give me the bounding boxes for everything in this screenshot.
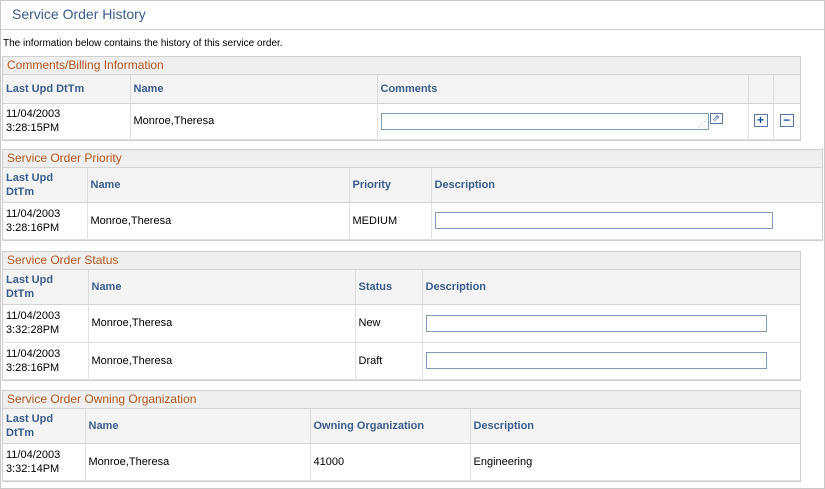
comments-billing-grid: Comments/Billing Information Last Upd Dt… [2,56,801,141]
col-header-comments: Comments [377,75,749,104]
priority-grid-title: Service Order Priority [3,150,822,168]
description-field[interactable] [425,352,767,369]
table-row: 11/04/2003 3:32:28PM Monroe,Theresa New [3,304,800,343]
table-row: 11/04/2003 3:28:16PM Monroe,Theresa Draf… [3,342,800,380]
col-header-owning-organization: Owning Organization [310,409,471,444]
status-grid-title: Service Order Status [3,252,800,270]
status-table: Last Upd DtTm Name Status Description 11… [3,270,800,380]
description-cell: Engineering [470,443,800,481]
comments-textarea[interactable]: ⋰ [380,112,709,130]
owning-org-grid-title: Service Order Owning Organization [3,391,800,409]
col-header-dttm: DtTm [6,185,35,198]
intro-text: The information below contains the histo… [3,38,283,49]
name-cell: Monroe,Theresa [85,443,311,481]
owning-org-grid: Service Order Owning Organization Last U… [2,390,801,482]
col-header-dttm: DtTm [6,426,35,439]
comments-header-row: Last Upd DtTm Name Comments [3,75,800,104]
name-cell: Monroe,Theresa [87,202,350,240]
description-field[interactable] [425,314,767,332]
page-title: Service Order History [12,6,146,22]
priority-table: Last Upd DtTm Name Priority Description … [3,168,822,240]
col-header-status: Status [355,270,423,305]
textarea-resize-grip: ⋰ [697,119,706,129]
last-upd-time: 3:28:16PM [6,221,60,234]
col-header-last-upd: Last Upd [6,273,54,286]
last-upd-date: 11/04/2003 [6,207,61,220]
col-header-dttm: DtTm [6,287,35,300]
title-divider [1,29,824,30]
status-cell: Draft [355,342,423,380]
name-cell: Monroe,Theresa [130,103,378,140]
last-upd-time: 3:28:15PM [6,122,60,134]
table-row: 11/04/2003 3:32:14PM Monroe,Theresa 4100… [3,443,800,481]
col-header-delete [773,75,800,104]
expand-textarea-icon[interactable]: ⇗ [709,112,723,124]
last-upd-time: 3:32:14PM [6,462,60,475]
table-row: 11/04/2003 3:28:16PM Monroe,Theresa MEDI… [3,202,822,240]
delete-row-icon[interactable]: − [779,114,794,127]
col-header-priority: Priority [349,168,432,203]
col-header-last-upd: Last Upd [6,171,54,184]
last-upd-date: 11/04/2003 [6,448,61,461]
owning-org-header-row: Last Upd DtTm Name Owning Organization D… [3,409,800,444]
col-header-name: Name [85,409,311,444]
priority-grid: Service Order Priority Last Upd DtTm Nam… [2,149,823,241]
col-header-last-upd: Last Upd [6,412,54,425]
last-upd-date: 11/04/2003 [6,347,61,360]
col-header-name: Name [130,75,378,104]
priority-cell: MEDIUM [349,202,432,240]
owning-org-table: Last Upd DtTm Name Owning Organization D… [3,409,800,481]
owning-organization-cell: 41000 [310,443,471,481]
add-row-icon[interactable]: + [753,114,768,127]
name-cell: Monroe,Theresa [88,304,356,343]
last-upd-time: 3:28:16PM [6,361,60,374]
last-upd-date: 11/04/2003 [6,108,61,120]
table-row: 11/04/2003 3:28:15PM Monroe,Theresa ⋰ ⇗ … [3,103,800,140]
col-header-add [748,75,774,104]
last-upd-date: 11/04/2003 [6,310,61,322]
name-cell: Monroe,Theresa [88,342,356,380]
comments-grid-title: Comments/Billing Information [3,57,800,75]
col-header-description: Description [470,409,800,444]
comments-table: Last Upd DtTm Name Comments 11/04/2003 3… [3,75,800,140]
col-header-name: Name [87,168,350,203]
col-header-name: Name [88,270,356,305]
status-cell: New [355,304,423,343]
status-grid: Service Order Status Last Upd DtTm Name … [2,251,801,381]
col-header-description: Description [431,168,822,203]
status-header-row: Last Upd DtTm Name Status Description [3,270,800,305]
col-header-last-upd: Last Upd DtTm [3,75,131,104]
last-upd-time: 3:32:28PM [6,324,60,336]
priority-header-row: Last Upd DtTm Name Priority Description [3,168,822,203]
col-header-description: Description [422,270,800,305]
description-field[interactable] [434,212,773,229]
